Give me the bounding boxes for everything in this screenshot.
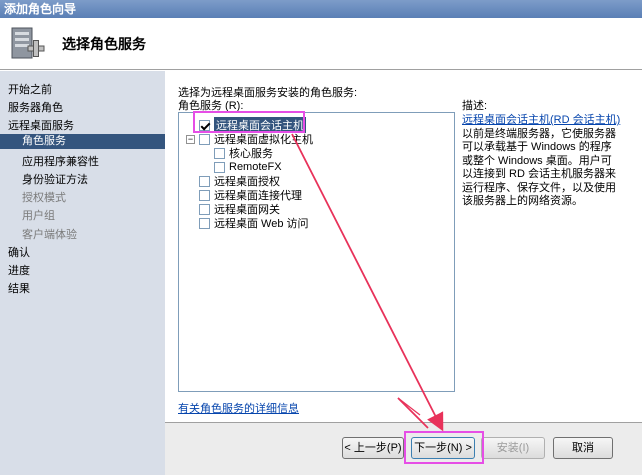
role-service-remotefx[interactable]: RemoteFX [214, 160, 282, 174]
role-service-label: 核心服务 [229, 148, 273, 160]
annotation-highlight-session-host [193, 111, 305, 133]
checkbox-licensing[interactable] [199, 175, 210, 187]
step-authentication-method[interactable]: 身份验证方法 [22, 171, 88, 187]
page-title: 选择角色服务 [62, 36, 146, 52]
step-results[interactable]: 结果 [8, 280, 30, 296]
cancel-button[interactable]: 取消 [553, 437, 613, 459]
step-user-groups: 用户组 [22, 210, 55, 222]
step-application-compatibility[interactable]: 应用程序兼容性 [22, 153, 99, 169]
collapse-icon[interactable]: − [186, 134, 195, 144]
step-confirmation[interactable]: 确认 [8, 244, 30, 260]
role-service-virtualization-host[interactable]: − 远程桌面虚拟化主机 [186, 132, 313, 146]
description-link[interactable]: 远程桌面会话主机(RD 会话主机) [462, 114, 620, 126]
role-service-core-services[interactable]: 核心服务 [214, 146, 273, 160]
description-body: 以前是终端服务器，它使服务器可以承载基于 Windows 的程序或整个 Wind… [462, 127, 616, 208]
role-service-licensing[interactable]: 远程桌面授权 [199, 174, 280, 188]
role-service-label: 远程桌面 Web 访问 [214, 218, 309, 230]
checkbox-virtualization-host[interactable] [199, 133, 210, 145]
step-remote-desktop-services[interactable]: 远程桌面服务 [8, 117, 74, 133]
annotation-highlight-next-button [404, 431, 484, 464]
role-service-gateway[interactable]: 远程桌面网关 [199, 202, 280, 216]
description-label: 描述: [462, 100, 488, 112]
step-licensing-mode: 授权模式 [22, 192, 66, 204]
checkbox-gateway[interactable] [199, 203, 210, 215]
install-button: 安装(I) [481, 437, 545, 459]
role-service-connection-broker[interactable]: 远程桌面连接代理 [199, 188, 302, 202]
step-role-services[interactable]: 角色服务 [0, 134, 165, 149]
wizard-header: 选择角色服务 [0, 18, 642, 70]
checkbox-remotefx[interactable] [214, 161, 225, 173]
back-button[interactable]: < 上一步(P) [342, 437, 404, 459]
more-info-link[interactable]: 有关角色服务的详细信息 [178, 400, 299, 416]
role-service-web-access[interactable]: 远程桌面 Web 访问 [199, 216, 309, 230]
server-add-icon [11, 27, 45, 59]
window-title: 添加角色向导 [0, 0, 642, 18]
step-before-you-begin[interactable]: 开始之前 [8, 81, 52, 97]
description-text: 远程桌面会话主机(RD 会话主机)以前是终端服务器，它使服务器可以承载基于 Wi… [462, 114, 622, 209]
checkbox-connection-broker[interactable] [199, 189, 210, 201]
checkbox-core-services[interactable] [214, 147, 225, 159]
step-progress[interactable]: 进度 [8, 262, 30, 278]
checkbox-web-access[interactable] [199, 217, 210, 229]
step-server-roles[interactable]: 服务器角色 [8, 99, 63, 115]
role-service-label: RemoteFX [229, 161, 282, 173]
step-client-experience: 客户端体验 [22, 229, 77, 241]
